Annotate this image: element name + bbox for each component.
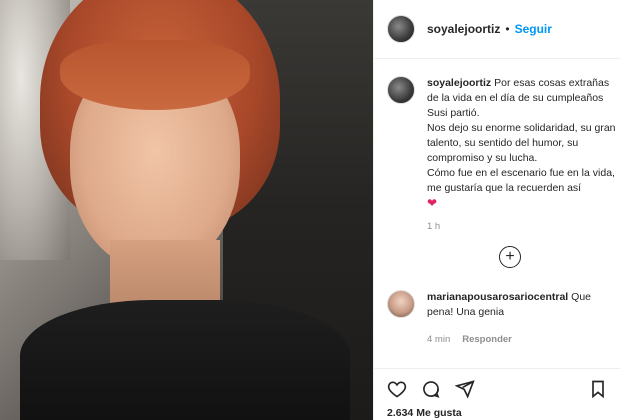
add-comment-icon[interactable]: + xyxy=(499,246,521,268)
avatar[interactable] xyxy=(387,15,415,43)
post-side-panel: soyalejoortiz • Seguir soyalejoortiz Por… xyxy=(373,0,620,420)
comment-item: marianapousarosariocentral Que pena! Una… xyxy=(387,290,619,347)
comment-timestamp[interactable]: 4 min xyxy=(427,332,450,347)
heart-icon[interactable] xyxy=(387,379,407,399)
comment-username[interactable]: marianapousarosariocentral xyxy=(427,291,568,303)
caption-body: soyalejoortiz Por esas cosas extrañas de… xyxy=(427,76,619,234)
separator-dot: • xyxy=(505,22,510,36)
plus-glyph: + xyxy=(505,248,515,265)
comment-meta: 4 min Responder xyxy=(427,332,619,347)
caption-line-2: Nos dejo su enorme solidaridad, su gran … xyxy=(427,122,616,164)
caption-line-3: Cómo fue en el escenario fue en la vida,… xyxy=(427,167,615,194)
share-icon[interactable] xyxy=(455,379,475,399)
caption-timestamp[interactable]: 1 h xyxy=(427,219,619,234)
comment-body: marianapousarosariocentral Que pena! Una… xyxy=(427,290,619,347)
post-actions: 2.634 Me gusta xyxy=(374,368,620,419)
bookmark-icon[interactable] xyxy=(588,379,608,399)
photo-bangs xyxy=(60,40,250,110)
photo-shirt xyxy=(20,300,350,420)
action-row xyxy=(387,377,608,401)
caption-avatar[interactable] xyxy=(387,76,415,104)
caption-username[interactable]: soyalejoortiz xyxy=(427,77,491,89)
post-photo[interactable] xyxy=(0,0,373,420)
post-caption: soyalejoortiz Por esas cosas extrañas de… xyxy=(387,76,619,234)
post-author-username[interactable]: soyalejoortiz xyxy=(427,22,500,36)
likes-count[interactable]: 2.634 Me gusta xyxy=(387,407,608,419)
red-heart-emoji: ❤ xyxy=(427,196,438,210)
follow-button[interactable]: Seguir xyxy=(515,22,552,36)
post-header: soyalejoortiz • Seguir xyxy=(374,0,620,59)
comment-avatar[interactable] xyxy=(387,290,415,318)
reply-button[interactable]: Responder xyxy=(462,332,512,347)
comment-icon[interactable] xyxy=(421,379,441,399)
